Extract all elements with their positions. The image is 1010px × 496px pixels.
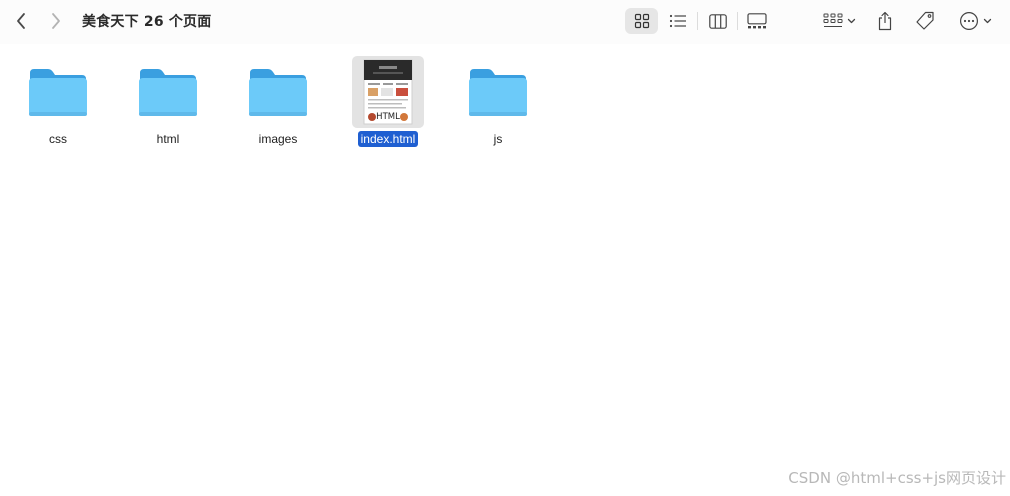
chevron-down-icon [847,18,855,24]
file-name: js [493,132,503,146]
view-as-list-button[interactable] [664,8,692,34]
tag-button[interactable] [911,8,939,34]
finder-window: 美食天下 26 个页面 css html images HTML index.h… [0,0,1010,496]
view-as-icons-button[interactable] [625,8,658,34]
watermark: CSDN @html+css+js网页设计 [788,469,1006,487]
thumbnail-badge: HTML [376,112,400,122]
forward-button[interactable] [46,10,66,32]
share-button[interactable] [872,8,898,34]
folder-icon [29,69,87,116]
folder-icon [249,69,307,116]
chevron-down-icon [983,18,991,24]
file-name: html [156,132,180,146]
columns-icon [709,13,727,29]
file-item-css[interactable]: css [8,56,108,147]
tag-icon [916,11,934,30]
file-item-js[interactable]: js [448,56,548,147]
gallery-icon [747,13,767,29]
more-actions-button[interactable] [954,8,996,34]
list-icon [669,14,686,28]
file-name: images [258,132,298,146]
html-document-thumbnail-icon: HTML [363,59,413,125]
chevron-right-icon [52,13,60,29]
view-as-gallery-button[interactable] [742,8,772,34]
toolbar: 美食天下 26 个页面 [0,0,1010,44]
file-item-index-html[interactable]: HTML index.html [338,56,438,147]
share-icon [878,11,892,31]
file-item-images[interactable]: images [228,56,328,147]
toolbar-divider [737,12,738,30]
group-by-button[interactable] [818,8,860,34]
window-title: 美食天下 26 个页面 [82,14,212,30]
back-button[interactable] [11,10,31,32]
file-name: css [49,132,67,146]
file-item-html[interactable]: html [118,56,218,147]
chevron-left-icon [17,13,25,29]
grid-icon [634,13,649,29]
ellipsis-circle-icon [959,12,978,30]
folder-icon [139,69,197,116]
folder-icon [469,69,527,116]
file-grid: css html images HTML index.html js [0,44,1010,496]
group-grid-icon [823,13,842,27]
file-name: index.html [357,131,419,147]
view-as-columns-button[interactable] [704,8,732,34]
toolbar-divider [697,12,698,30]
